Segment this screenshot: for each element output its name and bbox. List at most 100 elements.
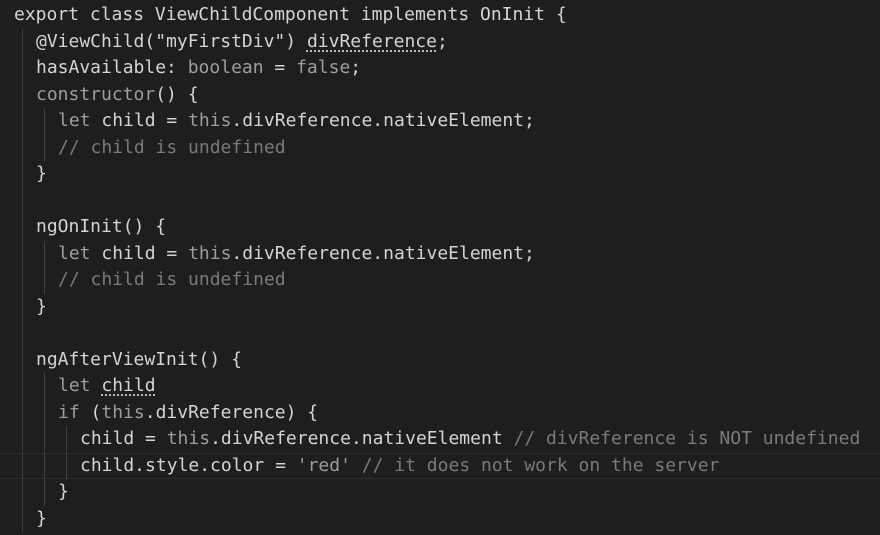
code-token: child xyxy=(101,375,156,396)
code-token: 'red' xyxy=(296,454,351,476)
code-token: ; xyxy=(350,57,362,78)
code-line[interactable]: hasAvailable: boolean = false; xyxy=(0,55,880,82)
indent-guide xyxy=(66,426,67,453)
indent-guide xyxy=(22,240,23,267)
code-token: child = xyxy=(90,110,189,131)
indent-guide xyxy=(22,505,23,532)
code-token: ngAfterViewInit() { xyxy=(36,348,242,370)
code-comment: // child is undefined xyxy=(58,269,286,290)
code-line-text: child.style.color = 'red' // it does not… xyxy=(80,454,719,479)
code-token: } xyxy=(36,507,47,529)
code-line-text: let child xyxy=(58,373,156,400)
code-line[interactable]: // child is undefined xyxy=(0,267,880,294)
indent-guide xyxy=(44,267,45,294)
code-comment: // divReference is NOT undefined xyxy=(513,428,861,449)
code-line-text: export class ViewChildComponent implemen… xyxy=(14,2,567,29)
code-line[interactable]: } xyxy=(0,293,880,321)
code-token: this xyxy=(188,110,232,131)
indent-guide xyxy=(22,134,23,161)
code-token: ( xyxy=(79,401,102,423)
indent-guide xyxy=(22,28,23,55)
code-token: = xyxy=(263,57,297,78)
code-line[interactable]: ngAfterViewInit() { xyxy=(0,346,880,374)
code-line-text: } xyxy=(58,479,69,506)
code-token: ngOnInit() { xyxy=(36,216,167,237)
indent-guide xyxy=(22,267,23,294)
code-token: ; xyxy=(436,30,448,52)
indent-guide xyxy=(22,81,23,108)
code-token: false xyxy=(296,57,351,78)
code-token: this xyxy=(188,242,232,264)
code-line-text: child = this.divReference.nativeElement … xyxy=(80,426,860,453)
indent-guide xyxy=(22,453,23,480)
code-token: if xyxy=(58,401,80,423)
code-line[interactable]: ngOnInit() { xyxy=(0,214,880,241)
indent-guide xyxy=(66,453,67,480)
code-line[interactable]: // child is undefined xyxy=(0,134,880,161)
indent-guide xyxy=(44,426,45,453)
code-token: hasAvailable: xyxy=(36,57,188,78)
indent-guide xyxy=(22,399,23,426)
indent-guide xyxy=(22,346,23,373)
code-line-text: } xyxy=(36,294,47,321)
indent-guide xyxy=(44,240,45,267)
indent-guide xyxy=(22,426,23,453)
indent-guide xyxy=(44,399,45,426)
current-line[interactable]: child.style.color = 'red' // it does not… xyxy=(0,452,880,480)
indent-guide xyxy=(22,214,23,241)
code-token: } xyxy=(58,481,69,502)
code-line[interactable]: @ViewChild("myFirstDiv") divReference; xyxy=(0,28,880,55)
code-token: let xyxy=(58,242,91,264)
code-token: child = xyxy=(80,428,167,449)
indent-guide xyxy=(44,479,45,506)
code-token: this xyxy=(166,428,211,449)
code-token: let xyxy=(58,110,91,131)
code-token: child.style.color = xyxy=(80,454,297,476)
code-line[interactable]: constructor() { xyxy=(0,81,880,109)
code-line[interactable] xyxy=(0,187,880,214)
code-line[interactable]: } xyxy=(0,161,880,188)
code-line[interactable]: let child = this.divReference.nativeElem… xyxy=(0,108,880,135)
code-token: boolean xyxy=(187,57,264,78)
code-token: .divReference.nativeElement; xyxy=(231,242,535,264)
code-line-text: constructor() { xyxy=(36,82,199,109)
indent-guide xyxy=(22,55,23,82)
code-line[interactable]: } xyxy=(0,479,880,506)
code-token: let xyxy=(58,375,91,396)
code-token: child = xyxy=(90,242,189,264)
code-line[interactable]: let child xyxy=(0,373,880,400)
code-line[interactable]: export class ViewChildComponent implemen… xyxy=(0,2,880,29)
code-token: export class ViewChildComponent implemen… xyxy=(14,4,567,25)
code-line[interactable]: } xyxy=(0,505,880,532)
code-token: @ViewChild("myFirstDiv") xyxy=(36,30,307,52)
code-line[interactable]: let child = this.divReference.nativeElem… xyxy=(0,240,880,268)
code-token: } xyxy=(36,295,47,317)
indent-guide xyxy=(22,108,23,135)
code-editor[interactable]: export class ViewChildComponent implemen… xyxy=(0,0,880,535)
indent-guide xyxy=(44,453,45,480)
indent-guide xyxy=(44,108,45,135)
code-token: .divReference.nativeElement; xyxy=(231,110,535,131)
code-token: constructor xyxy=(36,83,156,105)
indent-guide xyxy=(22,161,23,188)
code-comment: // it does not work on the server xyxy=(361,454,720,476)
code-token: divReference xyxy=(306,30,437,52)
code-line-text: } xyxy=(36,161,47,188)
code-line[interactable]: if (this.divReference) { xyxy=(0,399,880,427)
code-line-text: let child = this.divReference.nativeElem… xyxy=(58,241,535,268)
code-line-text: ngAfterViewInit() { xyxy=(36,347,242,374)
code-line-text: if (this.divReference) { xyxy=(58,400,318,427)
code-line-text: // child is undefined xyxy=(58,267,286,294)
code-line[interactable] xyxy=(0,320,880,347)
indent-guide xyxy=(22,479,23,506)
indent-guide xyxy=(44,134,45,161)
code-line-text: ngOnInit() { xyxy=(36,214,166,241)
indent-guide xyxy=(22,293,23,320)
code-line-text: let child = this.divReference.nativeElem… xyxy=(58,108,535,135)
indent-guide xyxy=(22,320,23,347)
code-token: .divReference) { xyxy=(144,401,319,423)
code-line-text: hasAvailable: boolean = false; xyxy=(36,55,361,82)
code-line[interactable]: child = this.divReference.nativeElement … xyxy=(0,426,880,453)
